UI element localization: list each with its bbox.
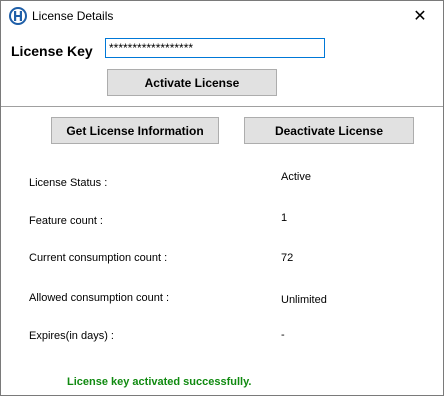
expires-value: - (281, 329, 285, 341)
close-button[interactable]: ✕ (397, 1, 443, 31)
license-details-window: License Details ✕ License Key Activate L… (0, 0, 444, 396)
expires-label: Expires(in days) : (29, 330, 114, 342)
current-consumption-label: Current consumption count : (29, 252, 168, 264)
feature-count-value: 1 (281, 212, 288, 224)
app-logo-icon (9, 7, 27, 25)
license-key-label: License Key (11, 43, 93, 59)
get-license-info-button[interactable]: Get License Information (51, 117, 219, 144)
license-status-label: License Status : (29, 177, 108, 189)
feature-count-label: Feature count : (29, 215, 103, 227)
license-status-value: Active (281, 171, 311, 183)
license-key-input[interactable] (105, 38, 325, 58)
close-icon: ✕ (413, 8, 427, 25)
window-title: License Details (32, 9, 114, 23)
activate-license-button[interactable]: Activate License (107, 69, 277, 96)
current-consumption-value: 72 (281, 252, 294, 264)
section-divider (1, 106, 443, 107)
title-bar: License Details ✕ (1, 1, 443, 31)
status-message: License key activated successfully. (67, 376, 252, 388)
deactivate-license-button[interactable]: Deactivate License (244, 117, 414, 144)
allowed-consumption-value: Unlimited (281, 294, 327, 306)
allowed-consumption-label: Allowed consumption count : (29, 292, 170, 304)
